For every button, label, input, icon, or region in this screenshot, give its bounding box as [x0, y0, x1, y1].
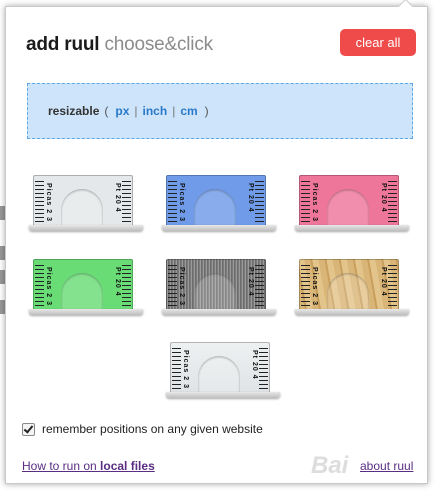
ruler-ticks-left — [301, 181, 310, 227]
ruler-ticks-left — [35, 181, 44, 227]
clear-all-button[interactable]: clear all — [340, 29, 416, 56]
ruler-hole — [327, 273, 369, 311]
resizable-ruler-option[interactable]: resizable ( px | inch | cm ) — [27, 83, 413, 139]
ruler-base — [162, 309, 276, 315]
ruler-wood[interactable]: Picas 2 3 Pt 20 4 — [295, 257, 409, 317]
ruler-ticks-left — [35, 265, 44, 311]
ruler-ticks-right — [255, 181, 264, 227]
ruler-blue[interactable]: Picas 2 3 Pt 20 4 — [162, 173, 276, 233]
ruler-scale-right: Pt 20 4 — [247, 183, 254, 213]
ruler-body: Picas 2 3 Pt 20 4 — [299, 259, 399, 311]
ruler-scale-left: Picas 2 3 — [178, 183, 185, 222]
ruler-base — [29, 309, 143, 315]
watermark-logo: Bai — [311, 452, 349, 479]
remember-positions-option: remember positions on any given website — [22, 422, 263, 436]
ruler-ticks-right — [388, 265, 397, 311]
unit-px-link[interactable]: px — [115, 104, 129, 118]
ruler-base — [166, 392, 280, 398]
ruler-scale-left: Picas 2 3 — [45, 267, 52, 306]
popup-title: add ruul choose&click — [26, 34, 213, 56]
unit-inch-link[interactable]: inch — [143, 104, 168, 118]
ruler-ticks-left — [301, 265, 310, 311]
ruler-ticks-right — [122, 181, 131, 227]
ruler-ticks-right — [255, 265, 264, 311]
link-bold: local files — [100, 459, 155, 473]
ruler-green[interactable]: Picas 2 3 Pt 20 4 — [29, 257, 143, 317]
ruler-base — [295, 225, 409, 231]
title-sub: choose&click — [104, 34, 213, 55]
ruler-scale-left: Picas 2 3 — [45, 183, 52, 222]
ruler-scale-right: Pt 20 4 — [247, 267, 254, 297]
ruler-body: Picas 2 3 Pt 20 4 — [170, 342, 270, 394]
link-prefix: How to run on — [22, 459, 101, 473]
ruler-scale-right: Pt 20 4 — [380, 183, 387, 213]
ruler-hole — [327, 189, 369, 227]
close-paren: ) — [204, 104, 209, 118]
ruler-ticks-left — [172, 348, 181, 394]
ruler-white-transparent[interactable]: Picas 2 3 Pt 20 4 — [166, 340, 280, 400]
ruler-metal[interactable]: Picas 2 3 Pt 20 4 — [162, 257, 276, 317]
unit-cm-link[interactable]: cm — [180, 104, 197, 118]
remember-positions-label: remember positions on any given website — [42, 422, 263, 436]
ruler-body: Picas 2 3 Pt 20 4 — [33, 175, 133, 227]
resizable-label: resizable — [48, 104, 100, 118]
ruler-scale-left: Picas 2 3 — [182, 350, 189, 389]
ruler-base — [295, 309, 409, 315]
ruler-body: Picas 2 3 Pt 20 4 — [299, 175, 399, 227]
ruler-scale-right: Pt 20 4 — [251, 350, 258, 380]
ruler-scale-left: Picas 2 3 — [178, 267, 185, 306]
ruler-ticks-right — [388, 181, 397, 227]
ruler-hole — [198, 356, 240, 394]
ruler-hole — [194, 273, 236, 311]
local-files-help-link[interactable]: How to run on local files — [22, 459, 155, 473]
unit-separator: | — [134, 104, 138, 118]
ruler-ticks-left — [168, 181, 177, 227]
ruler-scale-right: Pt 20 4 — [380, 267, 387, 297]
ruler-base — [162, 225, 276, 231]
about-ruul-link[interactable]: about ruul — [360, 459, 413, 473]
ruler-hole — [194, 189, 236, 227]
ruler-base — [29, 225, 143, 231]
remember-positions-checkbox[interactable] — [22, 422, 35, 436]
add-ruul-popup: add ruul choose&click clear all resizabl… — [5, 0, 428, 484]
title-main: add ruul — [26, 34, 100, 55]
open-paren: ( — [104, 104, 109, 118]
ruler-pink[interactable]: Picas 2 3 Pt 20 4 — [295, 173, 409, 233]
ruler-body: Picas 2 3 Pt 20 4 — [166, 259, 266, 311]
unit-separator: | — [172, 104, 176, 118]
ruler-scale-left: Picas 2 3 — [311, 183, 318, 222]
ruler-ticks-right — [259, 348, 268, 394]
ruler-scale-right: Pt 20 4 — [114, 267, 121, 297]
ruler-scale-left: Picas 2 3 — [311, 267, 318, 306]
ruler-body: Picas 2 3 Pt 20 4 — [166, 175, 266, 227]
ruler-hole — [61, 189, 103, 227]
ruler-scale-right: Pt 20 4 — [114, 183, 121, 213]
ruler-body: Picas 2 3 Pt 20 4 — [33, 259, 133, 311]
ruler-white[interactable]: Picas 2 3 Pt 20 4 — [29, 173, 143, 233]
ruler-hole — [61, 273, 103, 311]
ruler-ticks-right — [122, 265, 131, 311]
ruler-ticks-left — [168, 265, 177, 311]
